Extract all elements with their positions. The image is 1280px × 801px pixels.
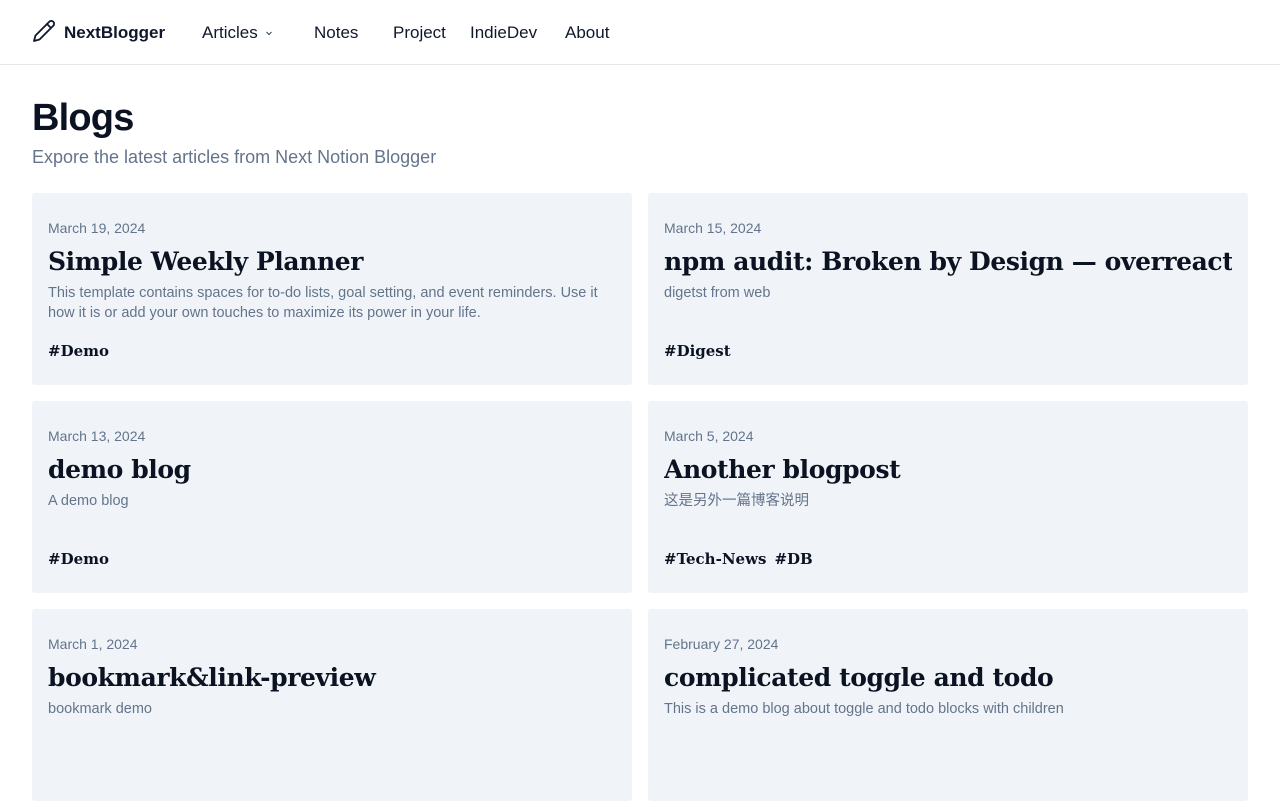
post-title[interactable]: Another blogpost — [664, 453, 1232, 487]
chevron-down-icon — [264, 28, 274, 38]
post-description: This template contains spaces for to-do … — [48, 285, 598, 321]
post-card[interactable]: March 1, 2024 bookmark&link-preview book… — [32, 609, 632, 801]
post-date: March 19, 2024 — [48, 220, 146, 236]
pencil-icon — [32, 19, 56, 48]
post-description: 这是另外一篇博客说明 — [664, 493, 809, 509]
post-tag[interactable]: #Demo — [48, 549, 109, 569]
post-tag[interactable]: #DB — [774, 549, 812, 569]
page-title: Blogs — [32, 97, 134, 139]
post-tags: #Demo — [48, 341, 109, 361]
post-date: March 15, 2024 — [664, 220, 762, 236]
page-subtitle: Expore the latest articles from Next Not… — [32, 147, 437, 167]
post-card[interactable]: March 15, 2024 npm audit: Broken by Desi… — [648, 193, 1248, 385]
post-description: bookmark demo — [48, 701, 152, 717]
nav-articles-label: Articles — [202, 23, 258, 42]
nav-project[interactable]: Project — [393, 22, 446, 44]
post-description: digetst from web — [664, 285, 771, 301]
nav-about[interactable]: About — [565, 22, 609, 44]
site-header: NextBlogger Articles Notes Project Indie… — [0, 0, 1280, 65]
post-title[interactable]: bookmark&link-preview — [48, 661, 616, 695]
post-title[interactable]: demo blog — [48, 453, 616, 487]
post-tag[interactable]: #Demo — [48, 341, 109, 361]
brand-name: NextBlogger — [64, 23, 166, 42]
post-card[interactable]: February 27, 2024 complicated toggle and… — [648, 609, 1248, 801]
post-tags: #Tech-News #DB — [664, 549, 813, 569]
post-date: February 27, 2024 — [664, 636, 779, 652]
post-date: March 5, 2024 — [664, 428, 754, 444]
post-tags: #Digest — [664, 341, 731, 361]
page-heading: Blogs Expore the latest articles from Ne… — [32, 95, 1248, 169]
post-card[interactable]: March 13, 2024 demo blog A demo blog #De… — [32, 401, 632, 593]
post-description: This is a demo blog about toggle and tod… — [664, 701, 1064, 717]
post-date: March 1, 2024 — [48, 636, 138, 652]
post-title[interactable]: complicated toggle and todo — [664, 661, 1232, 695]
nav-notes[interactable]: Notes — [314, 22, 358, 44]
post-tag[interactable]: #Tech-News — [664, 549, 766, 569]
post-card[interactable]: March 5, 2024 Another blogpost 这是另外一篇博客说… — [648, 401, 1248, 593]
post-title[interactable]: npm audit: Broken by Design — overreacte… — [664, 245, 1232, 279]
brand-link[interactable]: NextBlogger — [32, 19, 166, 48]
post-description: A demo blog — [48, 493, 129, 509]
nav-articles[interactable]: Articles — [202, 22, 274, 44]
post-title[interactable]: Simple Weekly Planner — [48, 245, 616, 279]
post-card[interactable]: March 19, 2024 Simple Weekly Planner Thi… — [32, 193, 632, 385]
post-date: March 13, 2024 — [48, 428, 146, 444]
post-tag[interactable]: #Digest — [664, 341, 731, 361]
post-tags: #Demo — [48, 549, 109, 569]
nav-indiedev[interactable]: IndieDev — [470, 22, 537, 44]
